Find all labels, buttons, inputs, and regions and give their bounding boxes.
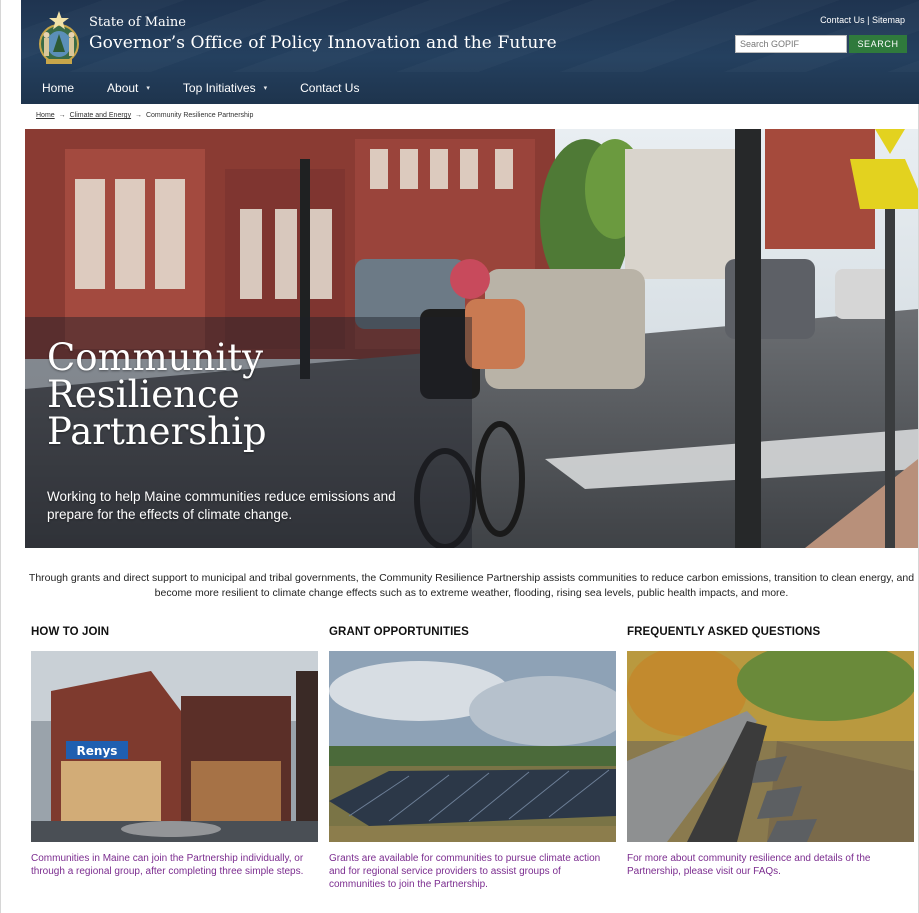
office-name[interactable]: Governor’s Office of Policy Innovation a… bbox=[89, 33, 557, 53]
state-name: State of Maine bbox=[89, 15, 186, 30]
hero-title: Community Resilience Partnership bbox=[47, 336, 267, 453]
card-description-link[interactable]: For more about community resilience and … bbox=[627, 852, 914, 878]
nav-item-contact-us[interactable]: Contact Us bbox=[300, 81, 359, 95]
hero-subtitle: Working to help Maine communities reduce… bbox=[47, 489, 396, 522]
nav-item-top-initiatives[interactable]: Top Initiatives ▾ bbox=[183, 81, 267, 95]
breadcrumb-climate-and-energy[interactable]: Climate and Energy bbox=[70, 112, 131, 119]
card-heading[interactable]: HOW TO JOIN bbox=[31, 626, 318, 638]
search-button[interactable]: SEARCH bbox=[849, 35, 907, 53]
chevron-down-icon: ▾ bbox=[263, 85, 268, 92]
search-input[interactable] bbox=[735, 35, 847, 53]
how-to-join-image-storefront[interactable]: Renys bbox=[31, 651, 318, 842]
breadcrumb-arrow: → bbox=[135, 112, 143, 119]
nav-item-home[interactable]: Home bbox=[42, 81, 74, 95]
nav-item-label: Contact Us bbox=[300, 81, 360, 95]
breadcrumb: Home → Climate and Energy → Community Re… bbox=[36, 112, 253, 119]
page: State of Maine Governor’s Office of Poli… bbox=[0, 0, 919, 913]
store-sign-text: Renys bbox=[77, 744, 118, 758]
card-description-link[interactable]: Communities in Maine can join the Partne… bbox=[31, 852, 318, 878]
site-header: State of Maine Governor’s Office of Poli… bbox=[21, 0, 919, 104]
sitemap-link[interactable]: Sitemap bbox=[872, 15, 905, 25]
nav-item-label: About bbox=[107, 81, 139, 95]
grant-image-solar-panels[interactable] bbox=[329, 651, 616, 842]
nav-item-about[interactable]: About ▾ bbox=[107, 81, 150, 95]
nav-item-label: Top Initiatives bbox=[182, 81, 256, 95]
faq-image-damaged-road[interactable] bbox=[627, 651, 914, 842]
maine-seal-logo[interactable] bbox=[36, 8, 82, 66]
hero-banner: Community Resilience Partnership Working… bbox=[25, 129, 918, 548]
card-heading[interactable]: FREQUENTLY ASKED QUESTIONS bbox=[627, 626, 914, 638]
breadcrumb-current: Community Resilience Partnership bbox=[145, 112, 254, 119]
nav-item-label: Home bbox=[42, 81, 75, 95]
utility-links: Contact Us | Sitemap bbox=[820, 15, 905, 25]
search-form: SEARCH bbox=[735, 35, 907, 53]
card-faq: FREQUENTLY ASKED QUESTIONS For more abou… bbox=[627, 626, 914, 878]
intro-paragraph: Through grants and direct support to mun… bbox=[28, 572, 915, 599]
main-nav: Home About ▾ Top Initiatives ▾ Contact U… bbox=[21, 72, 919, 104]
card-grant-opportunities: GRANT OPPORTUNITIES Grants are available… bbox=[329, 626, 616, 891]
breadcrumb-arrow: → bbox=[58, 112, 66, 119]
chevron-down-icon: ▾ bbox=[146, 85, 150, 92]
card-description-link[interactable]: Grants are available for communities to … bbox=[329, 852, 616, 891]
breadcrumb-home[interactable]: Home bbox=[36, 112, 55, 119]
utility-separator: | bbox=[867, 15, 870, 25]
contact-us-link[interactable]: Contact Us bbox=[820, 15, 865, 25]
card-heading[interactable]: GRANT OPPORTUNITIES bbox=[329, 626, 616, 638]
card-how-to-join: HOW TO JOIN Renys Communities in Maine c… bbox=[31, 626, 318, 878]
